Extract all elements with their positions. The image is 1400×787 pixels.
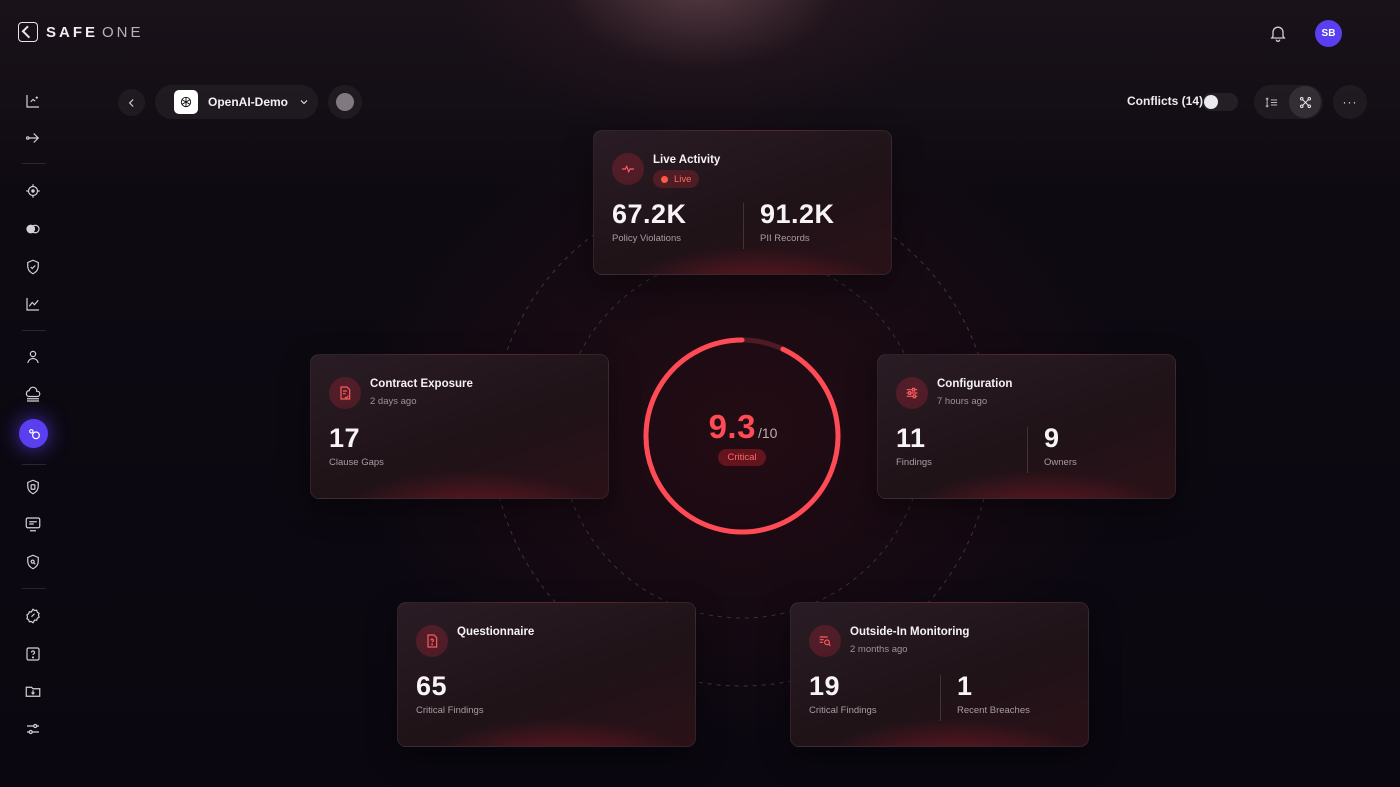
metric-value: 17 [329,423,361,453]
project-selector[interactable]: OpenAI-Demo [155,85,318,119]
network-icon [1299,96,1311,108]
live-activity-card[interactable]: Live Activity Live 67.2K Policy Violatio… [593,130,892,275]
contract-exposure-card[interactable]: Contract Exposure 2 days ago 17 Clause G… [310,354,609,499]
metric-label: PII Records [760,233,810,244]
outside-in-monitoring-card[interactable]: Outside-In Monitoring 2 months ago 19 Cr… [790,602,1089,747]
pulse-icon [612,153,644,185]
metric-label: Policy Violations [612,233,682,244]
risk-score: 9.3/10 [643,408,843,446]
list-search-icon [809,625,841,657]
metric-recent-breaches: 1 Recent Breaches [957,671,1030,716]
metric-owners: 9 Owners [1044,423,1077,468]
card-timestamp: 2 months ago [850,644,908,655]
brand-name-bold: SAFE [46,23,99,41]
share-nodes-icon[interactable] [22,127,44,149]
live-badge: Live [653,170,700,188]
contract-document-icon [329,377,361,409]
target-icon[interactable] [22,180,44,202]
openai-logo-icon [174,90,198,114]
conflicts-toggle[interactable] [1202,93,1238,111]
metric-label: Recent Breaches [957,705,1030,716]
metric-value: 91.2K [760,199,835,229]
configuration-card[interactable]: Configuration 7 hours ago 11 Findings 9 … [877,354,1176,499]
chevron-down-icon [300,100,308,105]
card-title: Live Activity [653,154,721,166]
conflicts-label: Conflicts (14) [1127,94,1204,108]
list-view-button[interactable] [1255,86,1287,118]
status-dot [336,93,354,111]
cloud-icon[interactable] [22,384,44,406]
metric-critical-findings: 65 Critical Findings [416,671,484,716]
metric-pii-records: 91.2K PII Records [760,199,835,244]
metric-value: 11 [896,423,926,453]
metric-divider [1027,427,1028,473]
bubbles-icon[interactable] [19,419,48,448]
line-chart-icon[interactable] [22,293,44,315]
document-shield-icon[interactable] [22,476,44,498]
project-name: OpenAI-Demo [208,95,289,109]
shield-search-icon[interactable] [22,551,44,573]
toggle-circles-icon[interactable] [22,218,44,240]
metric-value: 67.2K [612,199,687,229]
sliders-icon[interactable] [22,718,44,740]
metric-label: Critical Findings [809,705,877,716]
toggle-knob [1204,95,1218,109]
more-options-button[interactable]: ··· [1333,85,1367,119]
live-dot [661,175,668,183]
logo-icon [18,22,38,42]
metric-label: Critical Findings [416,705,484,716]
brand-logo[interactable]: SAFE ONE [18,22,144,42]
analytics-icon[interactable] [22,90,44,112]
view-switcher [1254,85,1323,119]
metric-value: 65 [416,671,448,701]
metric-clause-gaps: 17 Clause Gaps [329,423,384,468]
metric-divider [743,203,744,249]
gear-badge-icon[interactable] [22,605,44,627]
metric-policy-violations: 67.2K Policy Violations [612,199,687,244]
brand-name-light: ONE [102,23,144,41]
settings-sliders-icon [896,377,928,409]
card-title: Configuration [937,378,1013,390]
metric-divider [940,675,941,721]
card-timestamp: 7 hours ago [937,396,988,407]
metric-label: Owners [1044,457,1077,468]
metric-findings: 11 Findings [896,423,932,468]
questionnaire-card[interactable]: Questionnaire 65 Critical Findings [397,602,696,747]
help-icon[interactable] [22,643,44,665]
avatar[interactable]: SB [1315,20,1342,47]
score-max: /10 [757,425,778,441]
sort-list-icon [1265,96,1277,108]
question-document-icon [416,625,448,657]
metric-label: Clause Gaps [329,457,384,468]
card-title: Outside-In Monitoring [850,626,970,638]
user-icon[interactable] [22,346,44,368]
shield-check-icon[interactable] [22,256,44,278]
folder-download-icon[interactable] [22,680,44,702]
metric-critical-findings: 19 Critical Findings [809,671,877,716]
chevron-left-icon [128,98,134,107]
metric-value: 19 [809,671,841,701]
card-title: Questionnaire [457,626,535,638]
card-title: Contract Exposure [370,378,473,390]
card-timestamp: 2 days ago [370,396,417,407]
metric-label: Findings [896,457,932,468]
terminal-icon[interactable] [22,513,44,535]
back-button[interactable] [118,89,145,116]
metric-value: 1 [957,671,973,701]
status-dot-button[interactable] [328,85,362,119]
bell-icon[interactable] [1268,23,1288,43]
graph-view-button[interactable] [1289,86,1321,118]
severity-badge: Critical [718,449,766,466]
score-value: 9.3 [708,408,756,445]
live-badge-label: Live [674,173,692,185]
metric-value: 9 [1044,423,1060,453]
